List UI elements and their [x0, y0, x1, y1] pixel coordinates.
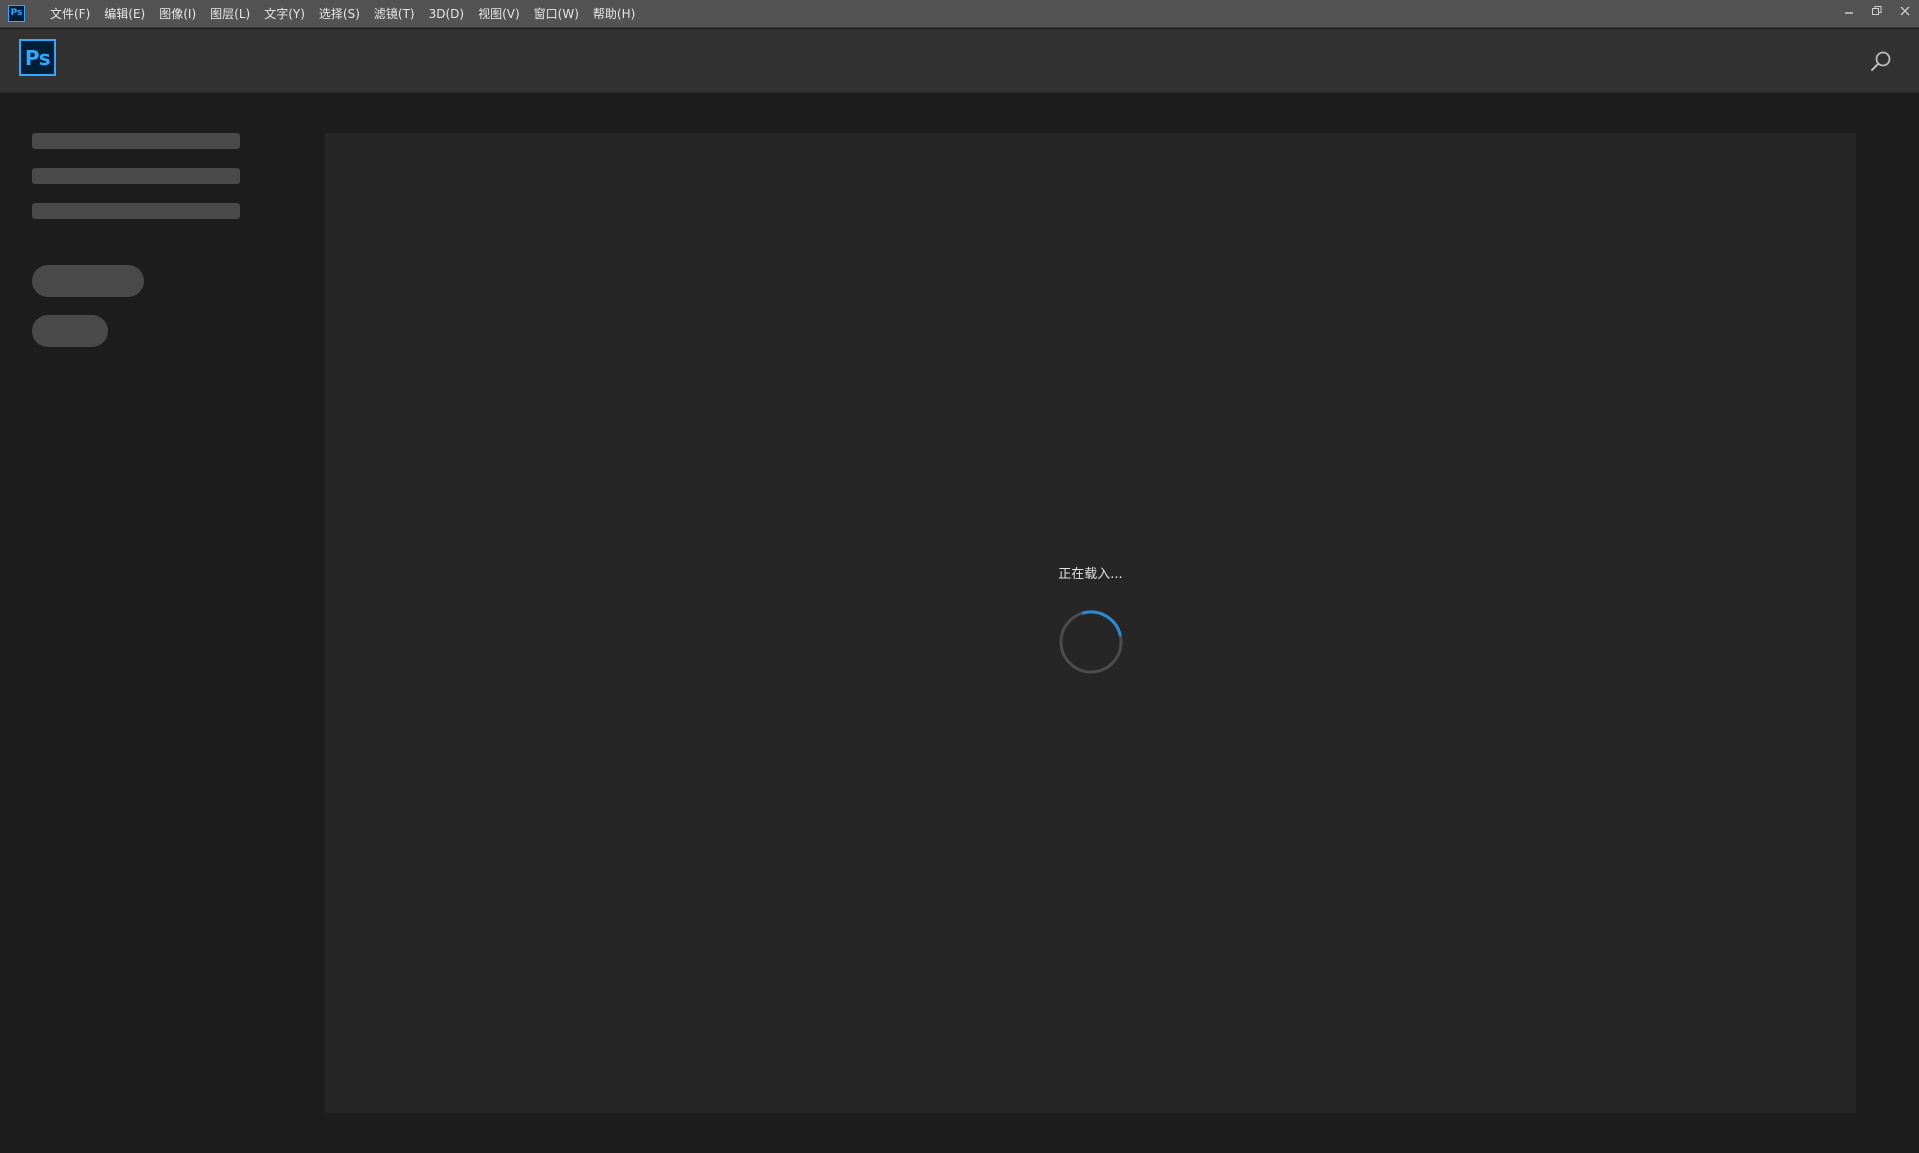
app-header: Ps: [0, 29, 1919, 93]
skeleton-line: [32, 168, 240, 184]
restore-icon: [1872, 6, 1882, 15]
window-controls: [1835, 0, 1919, 22]
menu-layer[interactable]: 图层(L): [203, 0, 257, 28]
menu-edit[interactable]: 编辑(E): [97, 0, 152, 28]
minimize-button[interactable]: [1835, 0, 1863, 22]
menu-items: 文件(F) 编辑(E) 图像(I) 图层(L) 文字(Y) 选择(S) 滤镜(T…: [43, 0, 642, 28]
menu-help[interactable]: 帮助(H): [586, 0, 642, 28]
menu-bar: Ps 文件(F) 编辑(E) 图像(I) 图层(L) 文字(Y) 选择(S) 滤…: [0, 0, 1919, 28]
menu-filter[interactable]: 滤镜(T): [367, 0, 422, 28]
skeleton-line: [32, 203, 240, 219]
menu-select[interactable]: 选择(S): [312, 0, 367, 28]
minimize-icon: [1845, 12, 1853, 14]
photoshop-logo[interactable]: Ps: [19, 39, 56, 76]
sidebar-skeleton: [0, 94, 320, 1153]
menu-window[interactable]: 窗口(W): [527, 0, 586, 28]
menu-image[interactable]: 图像(I): [152, 0, 203, 28]
search-icon: [1871, 51, 1891, 71]
content-panel: 正在载入...: [325, 133, 1856, 1113]
menu-3d[interactable]: 3D(D): [422, 0, 471, 28]
skeleton-button: [32, 265, 144, 297]
menu-file[interactable]: 文件(F): [43, 0, 97, 28]
menu-type[interactable]: 文字(Y): [257, 0, 312, 28]
skeleton-line: [32, 133, 240, 149]
close-button[interactable]: [1891, 0, 1919, 22]
loading-text: 正在载入...: [1058, 567, 1123, 582]
search-button[interactable]: [1867, 47, 1895, 75]
restore-button[interactable]: [1863, 0, 1891, 22]
close-icon: [1900, 6, 1910, 16]
menu-view[interactable]: 视图(V): [471, 0, 527, 28]
photoshop-app-icon[interactable]: Ps: [8, 5, 25, 22]
loading-spinner-icon: [1059, 610, 1123, 674]
skeleton-button: [32, 315, 108, 347]
